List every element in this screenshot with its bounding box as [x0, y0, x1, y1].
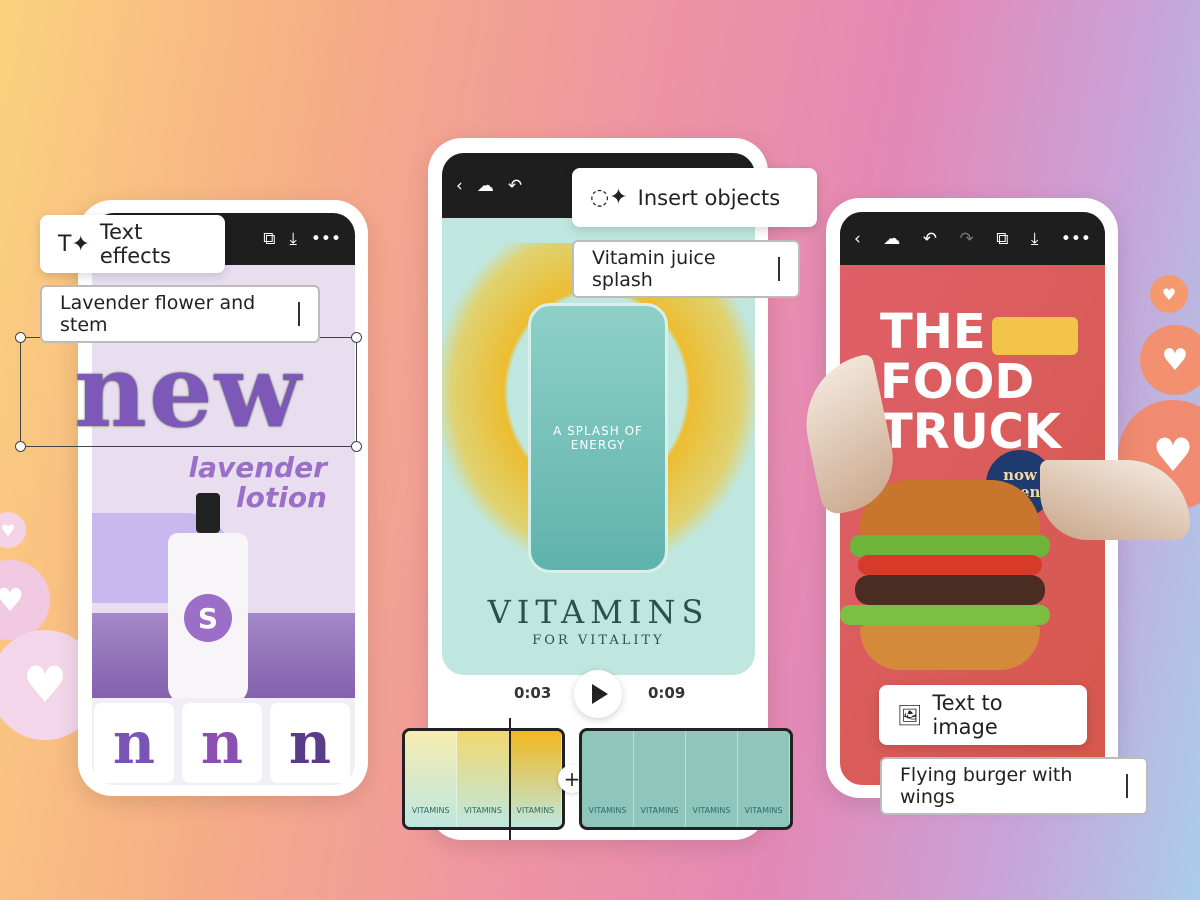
undo-icon[interactable]: ↶	[923, 229, 937, 249]
prompt-value: Flying burger with wings	[900, 764, 1073, 808]
pages-icon[interactable]: ⧉	[996, 229, 1008, 249]
clip-frame: VITAMINS	[405, 731, 458, 827]
vitamins-title: VITAMINS	[487, 593, 710, 631]
undo-icon[interactable]: ↶	[508, 176, 522, 196]
lotion-bottle: S	[168, 533, 248, 703]
playhead[interactable]	[509, 718, 511, 840]
headline-new: new	[74, 332, 303, 450]
insert-objects-prompt-input[interactable]: Vitamin juice splash	[572, 240, 800, 298]
play-button[interactable]	[574, 670, 622, 718]
resize-handle[interactable]	[15, 441, 26, 452]
plus-icon: +	[563, 767, 581, 791]
flying-burger	[840, 480, 1050, 680]
chip-label: Text to image	[932, 691, 1003, 739]
title-line: FOOD	[880, 354, 1035, 410]
chip-label: Text effects	[99, 220, 171, 268]
style-tile[interactable]: n	[94, 703, 174, 783]
time-current: 0:03	[514, 684, 552, 702]
download-icon[interactable]: ⤓	[289, 229, 297, 249]
insert-objects-chip[interactable]: ◌✦ Insert objects	[572, 168, 817, 227]
vitamin-jar: A SPLASH OF ENERGY	[528, 303, 668, 573]
heart-bubble: ♥	[0, 512, 26, 548]
time-total: 0:09	[648, 684, 686, 702]
insert-objects-icon: ◌✦	[590, 185, 628, 210]
timeline-clip-1[interactable]: VITAMINS VITAMINS VITAMINS	[402, 728, 565, 830]
style-tile[interactable]: n	[182, 703, 262, 783]
text-effects-chip[interactable]: T✦ Text effects	[40, 215, 225, 273]
text-effects-prompt-input[interactable]: Lavender flower and stem	[40, 285, 320, 343]
right-toolbar: ‹ ☁ ↶ ↷ ⧉ ⤓ •••	[840, 212, 1105, 265]
heart-bubble: ♥	[0, 560, 50, 640]
cloud-icon[interactable]: ☁	[883, 229, 900, 249]
vitamins-subtitle: FOR VITALITY	[532, 633, 665, 648]
text-to-image-chip[interactable]: 🖼 Text to image	[879, 685, 1087, 745]
resize-handle[interactable]	[15, 332, 26, 343]
pages-icon[interactable]: ⧉	[263, 229, 275, 249]
clip-frame: VITAMINS	[634, 731, 686, 827]
clip-frame: VITAMINS	[582, 731, 634, 827]
clip-frame: VITAMINS	[457, 731, 510, 827]
resize-handle[interactable]	[351, 332, 362, 343]
subhead-line: lavender	[188, 451, 327, 484]
prompt-value: Vitamin juice splash	[592, 247, 716, 291]
play-icon	[592, 684, 608, 704]
timeline-clip-2[interactable]: VITAMINS VITAMINS VITAMINS VITAMINS	[579, 728, 793, 830]
center-screen: ‹ ☁ ↶ A SPLASH OF ENERGY VITAMINS FOR VI…	[442, 153, 755, 675]
clip-frame: VITAMINS	[509, 731, 562, 827]
heart-bubble: ♥	[1150, 275, 1188, 313]
clip-frame: VITAMINS	[738, 731, 790, 827]
selection-box[interactable]: new	[15, 332, 362, 452]
clip-frame: VITAMINS	[686, 731, 738, 827]
cloud-icon[interactable]: ☁	[477, 176, 494, 196]
text-effects-icon: T✦	[58, 231, 90, 257]
text-to-image-prompt-input[interactable]: Flying burger with wings	[880, 757, 1148, 815]
more-icon[interactable]: •••	[311, 229, 341, 249]
style-tile[interactable]: n	[270, 703, 350, 783]
download-icon[interactable]: ⤓	[1031, 229, 1039, 249]
more-icon[interactable]: •••	[1061, 229, 1091, 249]
back-icon[interactable]: ‹	[456, 176, 463, 196]
food-truck-illustration	[992, 317, 1078, 355]
resize-handle[interactable]	[351, 441, 362, 452]
prompt-value: Lavender flower and stem	[60, 292, 256, 336]
bottle-logo: S	[184, 594, 232, 642]
chip-label: Insert objects	[637, 185, 781, 210]
text-to-image-icon: 🖼	[897, 703, 923, 727]
back-icon[interactable]: ‹	[854, 229, 861, 249]
redo-icon[interactable]: ↷	[960, 229, 974, 249]
title-line: TRUCK	[880, 404, 1062, 460]
heart-bubble: ♥	[1140, 325, 1200, 395]
bottle-pump	[196, 493, 220, 533]
jar-label: A SPLASH OF ENERGY	[553, 424, 643, 452]
